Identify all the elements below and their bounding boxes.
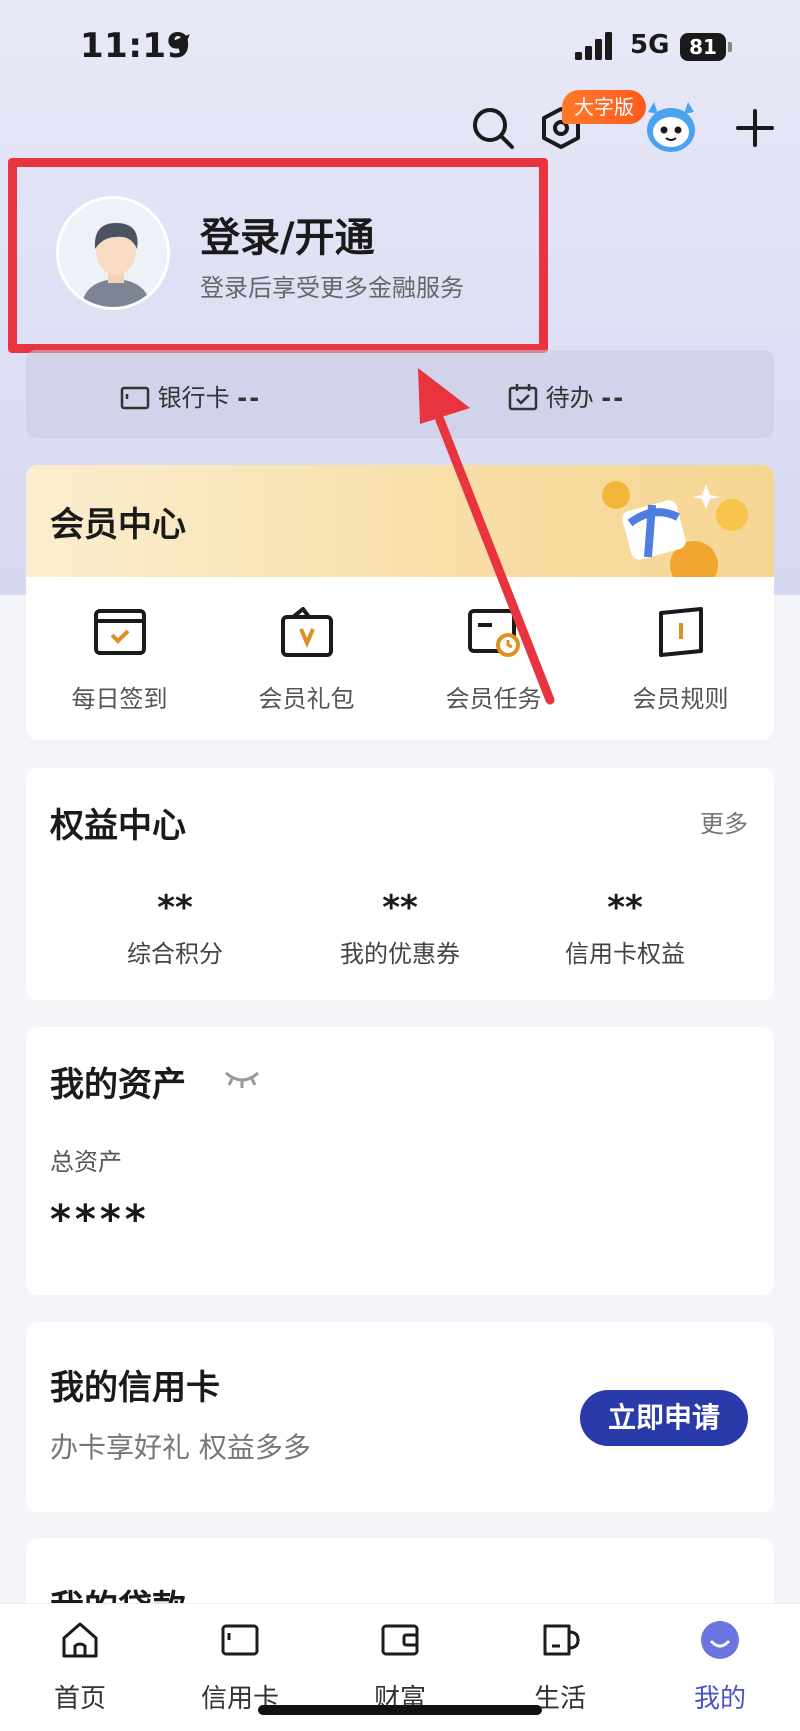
- tab-home[interactable]: 首页: [0, 1618, 160, 1728]
- checkin-icon: [94, 609, 146, 655]
- task-icon: [468, 609, 520, 657]
- bank-card-label: 银行卡: [157, 384, 230, 412]
- member-item-label: 每日签到: [71, 685, 168, 713]
- profile-icon: [701, 1621, 739, 1659]
- my-credit-card-card: 我的信用卡 办卡享好礼 权益多多 立即申请: [26, 1322, 774, 1512]
- stat-card-benefits[interactable]: ** 信用卡权益: [500, 888, 750, 969]
- total-assets-label: 总资产: [50, 1148, 122, 1176]
- member-item-checkin[interactable]: 每日签到: [26, 577, 213, 740]
- wallet-icon: [381, 1624, 419, 1656]
- gift-coins-illustration: [602, 481, 748, 577]
- member-item-gift[interactable]: 会员礼包: [213, 577, 400, 740]
- stat-value: **: [382, 888, 418, 928]
- stat-label: 信用卡权益: [565, 940, 685, 968]
- member-center-header: 会员中心: [26, 465, 774, 577]
- add-icon[interactable]: [732, 105, 778, 151]
- member-item-label: 会员规则: [632, 685, 729, 713]
- total-assets-value: ****: [50, 1197, 150, 1243]
- assistant-robot-icon[interactable]: [640, 100, 702, 156]
- assets-title: 我的资产: [50, 1065, 186, 1105]
- tab-label: 首页: [53, 1684, 106, 1714]
- large-font-mode-badge[interactable]: 大字版: [562, 90, 646, 124]
- member-item-label: 会员任务: [445, 685, 542, 713]
- cup-icon: [543, 1624, 580, 1656]
- stat-label: 我的优惠券: [340, 940, 460, 968]
- bank-card-value: --: [237, 384, 262, 412]
- gift-pack-icon: [281, 607, 333, 657]
- my-assets-card[interactable]: 我的资产 总资产 ****: [26, 1027, 774, 1295]
- benefits-center-card: 权益中心 更多 ** 综合积分 ** 我的优惠券 ** 信用卡权益: [26, 768, 774, 1000]
- quick-info-row: 银行卡 -- 待办 --: [26, 350, 774, 438]
- benefits-more-link[interactable]: 更多: [700, 804, 748, 839]
- stat-value: **: [157, 888, 193, 928]
- battery-indicator: 81: [680, 33, 732, 61]
- tab-mine[interactable]: 我的: [640, 1618, 800, 1728]
- signal-icon: [575, 32, 612, 60]
- stat-points[interactable]: ** 综合积分: [50, 888, 300, 969]
- search-icon[interactable]: [470, 105, 516, 151]
- todo-label: 待办: [545, 384, 594, 412]
- todo-value: --: [601, 384, 626, 412]
- credit-card-icon: [221, 1624, 259, 1656]
- annotation-highlight-box: [8, 158, 548, 353]
- bank-card-entry[interactable]: 银行卡 --: [120, 378, 262, 412]
- member-item-task[interactable]: 会员任务: [400, 577, 587, 740]
- network-type: 5G: [630, 30, 670, 60]
- divider: [424, 384, 426, 404]
- tab-label: 我的: [693, 1684, 746, 1714]
- credit-card-subtitle: 办卡享好礼 权益多多: [50, 1431, 311, 1464]
- bank-card-icon: [120, 386, 150, 410]
- apply-now-button[interactable]: 立即申请: [580, 1390, 748, 1446]
- calendar-check-icon: [508, 384, 538, 411]
- member-item-rules[interactable]: 会员规则: [587, 577, 774, 740]
- stat-label: 综合积分: [127, 940, 223, 968]
- home-indicator: [258, 1705, 542, 1715]
- member-center-title: 会员中心: [50, 505, 186, 545]
- member-center-card: 会员中心 每日签到 会员礼包 会员任务 会员规则: [26, 465, 774, 740]
- todo-entry[interactable]: 待办 --: [508, 378, 626, 412]
- member-action-grid: 每日签到 会员礼包 会员任务 会员规则: [26, 577, 774, 740]
- status-bar: 11:19 5G 81: [0, 0, 800, 95]
- home-icon: [62, 1622, 98, 1658]
- stat-coupons[interactable]: ** 我的优惠券: [275, 888, 525, 969]
- stat-value: **: [607, 888, 643, 928]
- member-item-label: 会员礼包: [258, 685, 355, 713]
- credit-card-title: 我的信用卡: [50, 1368, 220, 1408]
- rules-icon: [659, 607, 703, 657]
- benefits-title: 权益中心: [50, 806, 186, 846]
- location-arrow-icon: [168, 34, 190, 56]
- hidden-eye-icon[interactable]: [222, 1069, 262, 1089]
